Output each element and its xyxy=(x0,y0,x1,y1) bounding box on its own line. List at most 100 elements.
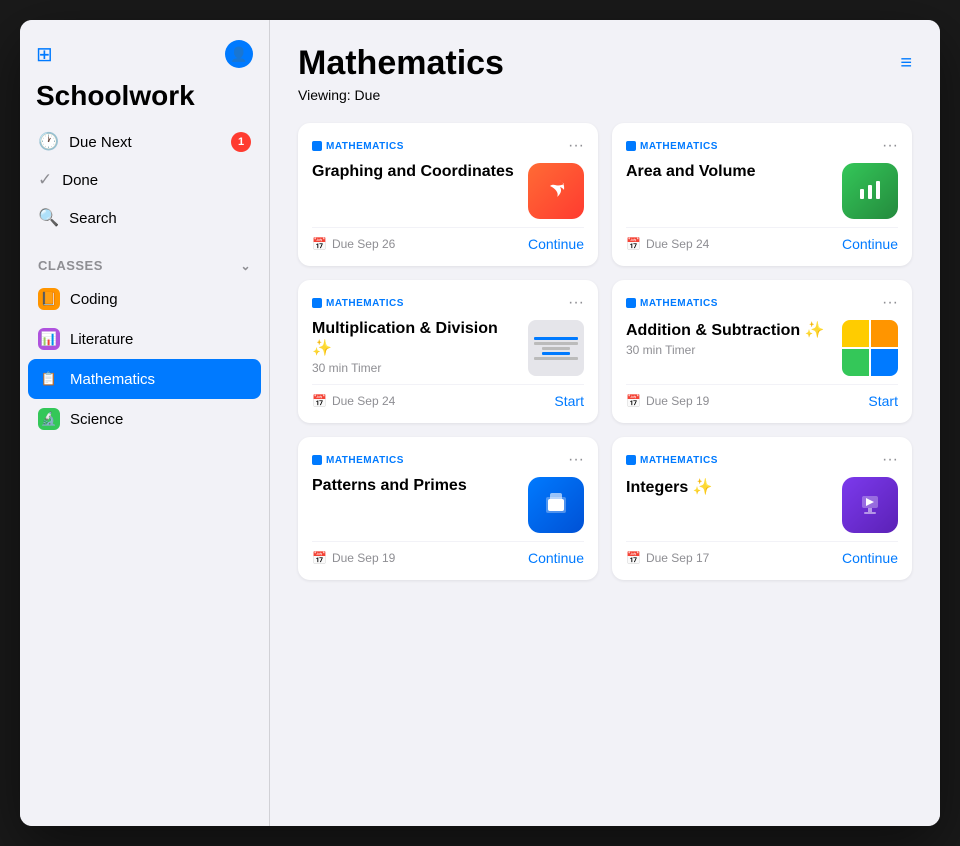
card-more-button[interactable]: ··· xyxy=(882,294,898,312)
card-title: Area and Volume xyxy=(626,163,832,181)
mathematics-badge-icon xyxy=(312,298,322,308)
card-header: MATHEMATICS ··· xyxy=(626,451,898,469)
card-info: Integers ✨ xyxy=(626,477,832,500)
sidebar-item-coding[interactable]: 📙 Coding xyxy=(28,279,261,319)
card-subject: MATHEMATICS xyxy=(312,298,404,309)
card-multiplication[interactable]: MATHEMATICS ··· Multiplication & Divisio… xyxy=(298,280,598,423)
sidebar-toggle-icon[interactable]: ⊞ xyxy=(36,42,53,67)
calendar-icon: 📅 xyxy=(626,394,641,408)
card-continue-button[interactable]: Continue xyxy=(528,550,584,566)
mathematics-class-icon: 📋 xyxy=(38,368,60,390)
card-body: Area and Volume xyxy=(626,163,898,219)
mathematics-label: Mathematics xyxy=(70,371,155,388)
avatar[interactable]: 👤 xyxy=(225,40,253,68)
card-start-button[interactable]: Start xyxy=(868,393,898,409)
card-body: Addition & Subtraction ✨ 30 min Timer xyxy=(626,320,898,376)
card-more-button[interactable]: ··· xyxy=(882,451,898,469)
swift-app-icon xyxy=(528,163,584,219)
viewing-label: Viewing: Due xyxy=(298,87,912,103)
card-footer: 📅 Due Sep 24 Start xyxy=(312,384,584,409)
keynote-app-icon xyxy=(842,477,898,533)
due-next-badge: 1 xyxy=(231,132,251,152)
card-header: MATHEMATICS ··· xyxy=(312,294,584,312)
card-subtitle: 30 min Timer xyxy=(626,343,832,357)
search-label: Search xyxy=(69,210,117,227)
sidebar-item-due-next[interactable]: 🕐 Due Next 1 xyxy=(28,124,261,160)
card-due: 📅 Due Sep 24 xyxy=(312,394,395,408)
science-label: Science xyxy=(70,411,123,428)
card-due: 📅 Due Sep 24 xyxy=(626,237,709,251)
card-info: Graphing and Coordinates xyxy=(312,163,518,184)
card-subject: MATHEMATICS xyxy=(626,455,718,466)
card-area-volume[interactable]: MATHEMATICS ··· Area and Volume xyxy=(612,123,912,266)
done-icon: ✓ xyxy=(38,170,52,190)
card-footer: 📅 Due Sep 19 Start xyxy=(626,384,898,409)
page-title: Mathematics xyxy=(298,44,504,83)
calendar-icon: 📅 xyxy=(626,551,641,565)
main-content: Mathematics ≡ Viewing: Due MATHEMATICS ·… xyxy=(270,20,940,826)
sidebar-item-done[interactable]: ✓ Done xyxy=(28,162,261,198)
classes-title: Classes xyxy=(38,258,103,273)
multiplication-thumbnail xyxy=(528,320,584,376)
coding-class-icon: 📙 xyxy=(38,288,60,310)
numbers-app-icon xyxy=(842,163,898,219)
due-next-label: Due Next xyxy=(69,134,132,151)
coding-label: Coding xyxy=(70,291,118,308)
sidebar-item-mathematics[interactable]: 📋 Mathematics xyxy=(28,359,261,399)
card-continue-button[interactable]: Continue xyxy=(842,236,898,252)
literature-label: Literature xyxy=(70,331,133,348)
chevron-down-icon[interactable]: ⌄ xyxy=(240,259,251,273)
card-title: Addition & Subtraction ✨ xyxy=(626,320,832,340)
mathematics-badge-icon xyxy=(626,455,636,465)
files-app-icon xyxy=(528,477,584,533)
sidebar-item-search[interactable]: 🔍 Search xyxy=(28,200,261,236)
card-more-button[interactable]: ··· xyxy=(568,451,584,469)
filter-icon[interactable]: ≡ xyxy=(900,52,912,75)
card-addition[interactable]: MATHEMATICS ··· Addition & Subtraction ✨… xyxy=(612,280,912,423)
app-window: ⊞ 👤 Schoolwork 🕐 Due Next 1 ✓ Done 🔍 Sea… xyxy=(20,20,940,826)
main-header: Mathematics ≡ xyxy=(298,44,912,83)
done-label: Done xyxy=(62,172,98,189)
card-patterns[interactable]: MATHEMATICS ··· Patterns and Primes xyxy=(298,437,598,580)
card-subject: MATHEMATICS xyxy=(312,141,404,152)
classes-header: Classes ⌄ xyxy=(28,252,261,279)
card-due: 📅 Due Sep 19 xyxy=(312,551,395,565)
card-body: Multiplication & Division ✨ 30 min Timer xyxy=(312,320,584,376)
search-icon: 🔍 xyxy=(38,208,59,228)
card-footer: 📅 Due Sep 19 Continue xyxy=(312,541,584,566)
card-subject: MATHEMATICS xyxy=(626,298,718,309)
card-title: Integers ✨ xyxy=(626,477,832,497)
card-header: MATHEMATICS ··· xyxy=(626,137,898,155)
card-due: 📅 Due Sep 26 xyxy=(312,237,395,251)
card-footer: 📅 Due Sep 24 Continue xyxy=(626,227,898,252)
card-graphing[interactable]: MATHEMATICS ··· Graphing and Coordinates xyxy=(298,123,598,266)
sidebar-header: ⊞ 👤 xyxy=(20,40,269,76)
sidebar-nav: 🕐 Due Next 1 ✓ Done 🔍 Search xyxy=(20,124,269,236)
mathematics-badge-icon xyxy=(626,141,636,151)
due-next-icon: 🕐 xyxy=(38,132,59,152)
card-header: MATHEMATICS ··· xyxy=(312,451,584,469)
card-more-button[interactable]: ··· xyxy=(568,294,584,312)
card-continue-button[interactable]: Continue xyxy=(842,550,898,566)
card-info: Area and Volume xyxy=(626,163,832,184)
card-start-button[interactable]: Start xyxy=(554,393,584,409)
card-header: MATHEMATICS ··· xyxy=(626,294,898,312)
literature-class-icon: 📊 xyxy=(38,328,60,350)
card-due: 📅 Due Sep 17 xyxy=(626,551,709,565)
card-subject: MATHEMATICS xyxy=(626,141,718,152)
card-integers[interactable]: MATHEMATICS ··· Integers ✨ xyxy=(612,437,912,580)
card-header: MATHEMATICS ··· xyxy=(312,137,584,155)
mathematics-badge-icon xyxy=(312,455,322,465)
card-more-button[interactable]: ··· xyxy=(568,137,584,155)
card-more-button[interactable]: ··· xyxy=(882,137,898,155)
calendar-icon: 📅 xyxy=(312,394,327,408)
classes-section: Classes ⌄ 📙 Coding 📊 Literature 📋 Mathem… xyxy=(20,252,269,439)
card-info: Multiplication & Division ✨ 30 min Timer xyxy=(312,320,518,375)
sidebar-item-literature[interactable]: 📊 Literature xyxy=(28,319,261,359)
card-continue-button[interactable]: Continue xyxy=(528,236,584,252)
calendar-icon: 📅 xyxy=(312,237,327,251)
calendar-icon: 📅 xyxy=(312,551,327,565)
science-class-icon: 🔬 xyxy=(38,408,60,430)
card-subtitle: 30 min Timer xyxy=(312,361,518,375)
sidebar-item-science[interactable]: 🔬 Science xyxy=(28,399,261,439)
